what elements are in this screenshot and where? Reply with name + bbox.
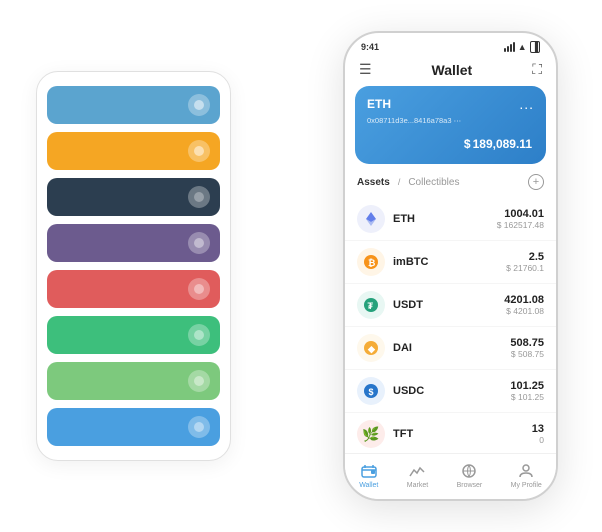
- tft-name: TFT: [393, 428, 532, 440]
- asset-item-eth[interactable]: ETH 1004.01 $ 162517.48: [345, 198, 556, 241]
- market-nav-label: Market: [407, 482, 428, 489]
- imbtc-values: 2.5 $ 21760.1: [506, 251, 544, 273]
- nav-market[interactable]: Market: [407, 462, 428, 489]
- card-1[interactable]: [47, 86, 220, 124]
- card-3[interactable]: [47, 178, 220, 216]
- tft-amount: 13: [532, 423, 544, 435]
- wifi-icon: ▲: [518, 42, 527, 52]
- profile-nav-label: My Profile: [511, 482, 542, 489]
- card-8[interactable]: [47, 408, 220, 446]
- eth-card-label: ETH: [367, 97, 391, 111]
- eth-card-menu[interactable]: ...: [519, 96, 534, 112]
- status-time: 9:41: [361, 42, 379, 52]
- imbtc-name: imBTC: [393, 256, 506, 268]
- dai-values: 508.75 $ 508.75: [510, 337, 544, 359]
- imbtc-icon: ₿: [357, 248, 385, 276]
- card-6[interactable]: [47, 316, 220, 354]
- balance-value: 189,089.11: [473, 137, 532, 151]
- profile-nav-icon: [517, 462, 535, 480]
- usdc-icon: $: [357, 377, 385, 405]
- status-bar: 9:41 ▲ ▐: [345, 33, 556, 57]
- card-icon-2: [188, 140, 210, 162]
- dai-usd: $ 508.75: [510, 349, 544, 359]
- nav-wallet[interactable]: Wallet: [359, 462, 378, 489]
- usdt-amount: 4201.08: [504, 294, 544, 306]
- svg-text:◆: ◆: [367, 344, 376, 354]
- usdc-amount: 101.25: [510, 380, 544, 392]
- currency-symbol: $: [464, 137, 471, 151]
- tft-usd: 0: [532, 435, 544, 445]
- tft-values: 13 0: [532, 423, 544, 445]
- eth-values: 1004.01 $ 162517.48: [497, 208, 544, 230]
- card-icon-3: [188, 186, 210, 208]
- usdt-name: USDT: [393, 299, 504, 311]
- dai-icon: ◆: [357, 334, 385, 362]
- usdc-name: USDC: [393, 385, 510, 397]
- card-5[interactable]: [47, 270, 220, 308]
- browser-nav-icon: [460, 462, 478, 480]
- tab-collectibles[interactable]: Collectibles: [408, 177, 459, 188]
- nav-profile[interactable]: My Profile: [511, 462, 542, 489]
- imbtc-usd: $ 21760.1: [506, 263, 544, 273]
- eth-name: ETH: [393, 213, 497, 225]
- asset-item-tft[interactable]: 🌿 TFT 13 0: [345, 413, 556, 453]
- tab-separator: /: [398, 177, 401, 187]
- usdc-values: 101.25 $ 101.25: [510, 380, 544, 402]
- usdt-icon: ₮: [357, 291, 385, 319]
- card-icon-6: [188, 324, 210, 346]
- card-icon-1: [188, 94, 210, 116]
- nav-browser[interactable]: Browser: [457, 462, 483, 489]
- assets-tabs: Assets / Collectibles: [357, 177, 459, 188]
- card-icon-7: [188, 370, 210, 392]
- eth-icon: [357, 205, 385, 233]
- svg-text:$: $: [369, 387, 374, 397]
- dai-amount: 508.75: [510, 337, 544, 349]
- wallet-nav-icon: [360, 462, 378, 480]
- page-title: Wallet: [432, 62, 473, 78]
- card-4[interactable]: [47, 224, 220, 262]
- usdc-usd: $ 101.25: [510, 392, 544, 402]
- usdt-values: 4201.08 $ 4201.08: [504, 294, 544, 316]
- card-icon-8: [188, 416, 210, 438]
- menu-icon[interactable]: ☰: [359, 61, 372, 78]
- asset-item-usdc[interactable]: $ USDC 101.25 $ 101.25: [345, 370, 556, 413]
- asset-list: ETH 1004.01 $ 162517.48 ₿ imBTC 2.5 $ 21…: [345, 198, 556, 453]
- scene: 9:41 ▲ ▐ ☰ Wallet ⛶ ETH: [26, 16, 576, 516]
- phone-frame: 9:41 ▲ ▐ ☰ Wallet ⛶ ETH: [343, 31, 558, 501]
- tft-icon: 🌿: [357, 420, 385, 448]
- card-2[interactable]: [47, 132, 220, 170]
- add-asset-button[interactable]: +: [528, 174, 544, 190]
- eth-address: 0x08711d3e...8416a78a3 ⋯: [367, 116, 534, 125]
- assets-header: Assets / Collectibles +: [345, 174, 556, 198]
- imbtc-amount: 2.5: [506, 251, 544, 263]
- market-nav-icon: [408, 462, 426, 480]
- status-icons: ▲ ▐: [504, 41, 540, 53]
- tab-assets[interactable]: Assets: [357, 177, 390, 188]
- asset-item-imbtc[interactable]: ₿ imBTC 2.5 $ 21760.1: [345, 241, 556, 284]
- expand-icon[interactable]: ⛶: [532, 61, 542, 78]
- battery-icon: ▐: [530, 41, 540, 53]
- usdt-usd: $ 4201.08: [504, 306, 544, 316]
- card-7[interactable]: [47, 362, 220, 400]
- eth-card-top: ETH ...: [367, 96, 534, 112]
- eth-usd: $ 162517.48: [497, 220, 544, 230]
- eth-card[interactable]: ETH ... 0x08711d3e...8416a78a3 ⋯ $189,08…: [355, 86, 546, 164]
- card-icon-5: [188, 278, 210, 300]
- asset-item-dai[interactable]: ◆ DAI 508.75 $ 508.75: [345, 327, 556, 370]
- eth-balance: $189,089.11: [367, 131, 534, 154]
- wallet-nav-label: Wallet: [359, 482, 378, 489]
- eth-amount: 1004.01: [497, 208, 544, 220]
- phone-header: ☰ Wallet ⛶: [345, 57, 556, 86]
- bottom-nav: Wallet Market Browser My Profile: [345, 453, 556, 499]
- phone-content: ETH ... 0x08711d3e...8416a78a3 ⋯ $189,08…: [345, 86, 556, 453]
- asset-item-usdt[interactable]: ₮ USDT 4201.08 $ 4201.08: [345, 284, 556, 327]
- svg-text:₮: ₮: [368, 301, 374, 311]
- browser-nav-label: Browser: [457, 482, 483, 489]
- wallet-cards-panel: [36, 71, 231, 461]
- dai-name: DAI: [393, 342, 510, 354]
- card-icon-4: [188, 232, 210, 254]
- svg-text:₿: ₿: [368, 258, 375, 268]
- signal-icon: [504, 42, 515, 52]
